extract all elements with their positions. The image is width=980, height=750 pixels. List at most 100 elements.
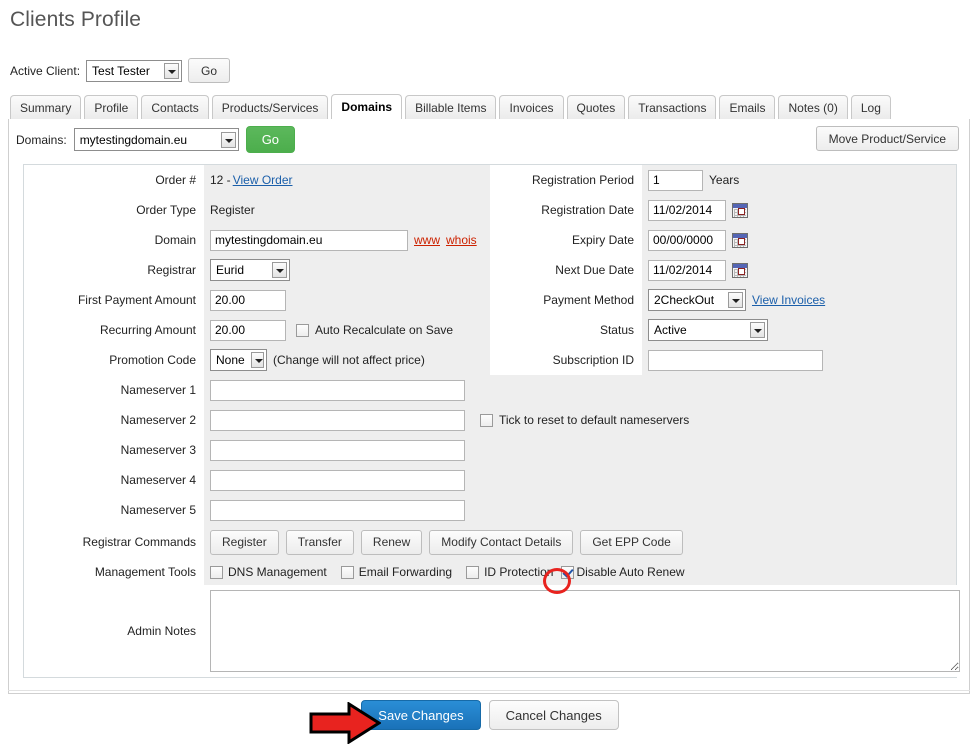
dns-management-item: DNS Management: [210, 565, 327, 579]
row-domain: Domain www whois: [24, 225, 490, 255]
page-title: Clients Profile: [10, 8, 142, 31]
email-forwarding-checkbox[interactable]: [340, 565, 354, 579]
save-changes-button[interactable]: Save Changes: [361, 700, 481, 730]
tab-domains[interactable]: Domains: [331, 94, 403, 119]
order-type-label: Order Type: [136, 203, 196, 217]
dns-management-label: DNS Management: [228, 565, 327, 579]
tab-billable-items[interactable]: Billable Items: [405, 95, 497, 119]
nameserver-5-label: Nameserver 5: [120, 503, 196, 517]
row-registrar-commands: Registrar Commands Register Transfer Ren…: [24, 525, 956, 559]
domain-select-value: mytestingdomain.eu: [79, 132, 188, 147]
nameserver-5-input[interactable]: [210, 499, 465, 521]
row-nameserver-4: Nameserver 4: [24, 465, 956, 495]
move-product-service-wrap: Move Product/Service: [815, 126, 959, 151]
disable-auto-renew-label: Disable Auto Renew: [576, 565, 685, 579]
nameserver-4-input[interactable]: [210, 469, 465, 491]
domain-go-button[interactable]: Go: [245, 126, 296, 153]
domain-value-cell: www whois: [204, 225, 490, 255]
dns-management-checkbox[interactable]: [210, 565, 223, 579]
tab-log[interactable]: Log: [850, 95, 891, 119]
tab-invoices[interactable]: Invoices: [499, 95, 564, 119]
row-management-tools: Management Tools DNS Management Email Fo…: [24, 559, 956, 585]
register-button[interactable]: Register: [210, 529, 279, 555]
row-admin-notes: Admin Notes: [24, 585, 966, 677]
expiry-date-label: Expiry Date: [571, 233, 634, 247]
row-status: Status Active: [490, 315, 956, 345]
registration-date-label: Registration Date: [541, 203, 634, 217]
two-column-grid: Order # 12 - View Order Order Type Regis…: [24, 165, 956, 375]
admin-notes-textarea[interactable]: [210, 590, 960, 672]
row-promotion-code: Promotion Code None (Change will not aff…: [24, 345, 490, 375]
promotion-code-note: (Change will not affect price): [273, 353, 425, 367]
renew-button[interactable]: Renew: [360, 529, 423, 555]
id-protection-checkbox[interactable]: [466, 565, 480, 579]
active-client-select[interactable]: Test Tester: [86, 59, 183, 82]
nameserver-2-label: Nameserver 2: [120, 413, 196, 427]
email-forwarding-item: Email Forwarding: [340, 565, 452, 579]
active-client-go-button[interactable]: Go: [188, 58, 231, 83]
tab-quotes[interactable]: Quotes: [566, 95, 626, 119]
expiry-date-input[interactable]: [648, 229, 726, 251]
id-protection-item: ID Protection: [466, 565, 553, 579]
promotion-code-label: Promotion Code: [109, 353, 196, 367]
clients-profile-page: Clients Profile Active Client: Test Test…: [0, 0, 980, 750]
promotion-code-select-value: None: [216, 353, 245, 367]
row-first-payment-amount: First Payment Amount: [24, 285, 490, 315]
domain-input[interactable]: [210, 229, 408, 251]
status-select[interactable]: Active: [648, 319, 768, 341]
calendar-icon[interactable]: [732, 262, 748, 278]
nameserver-2-value-cell: Tick to reset to default nameservers: [204, 405, 956, 435]
nameserver-2-input[interactable]: [210, 409, 465, 431]
tab-transactions[interactable]: Transactions: [628, 95, 717, 119]
active-client-row: Active Client: Test Tester Go: [10, 58, 231, 83]
nameserver-4-value-cell: [204, 465, 956, 495]
row-subscription-id: Subscription ID: [490, 345, 956, 375]
disable-auto-renew-checkbox[interactable]: [561, 565, 575, 579]
get-epp-code-button[interactable]: Get EPP Code: [580, 529, 683, 555]
row-nameserver-1: Nameserver 1: [24, 375, 956, 405]
registration-date-input[interactable]: [648, 199, 726, 221]
cancel-changes-button[interactable]: Cancel Changes: [488, 700, 619, 730]
subscription-id-input[interactable]: [648, 349, 823, 371]
tab-contacts[interactable]: Contacts: [141, 95, 209, 119]
registrar-value-cell: Eurid: [204, 255, 490, 285]
recurring-amount-input[interactable]: [210, 319, 286, 341]
tab-notes[interactable]: Notes (0): [778, 95, 848, 119]
auto-recalculate-checkbox[interactable]: [296, 323, 309, 337]
registrar-select-value: Eurid: [216, 263, 245, 277]
calendar-icon[interactable]: [732, 232, 748, 248]
payment-method-select[interactable]: 2CheckOut: [648, 289, 746, 311]
www-link[interactable]: www: [414, 233, 440, 247]
reset-nameservers-checkbox[interactable]: [480, 413, 493, 427]
active-client-select-value: Test Tester: [92, 63, 150, 78]
chevron-down-icon: [250, 352, 264, 368]
nameserver-1-input[interactable]: [210, 379, 465, 401]
view-order-link[interactable]: View Order: [233, 173, 293, 187]
row-registration-period: Registration Period Years: [490, 165, 956, 195]
expiry-date-value-cell: [642, 225, 956, 255]
row-nameserver-2: Nameserver 2 Tick to reset to default na…: [24, 405, 956, 435]
domains-label: Domains:: [16, 132, 67, 147]
move-product-service-button[interactable]: Move Product/Service: [815, 126, 959, 151]
nameserver-3-input[interactable]: [210, 439, 465, 461]
calendar-icon[interactable]: [732, 202, 748, 218]
first-payment-amount-value-cell: [204, 285, 490, 315]
transfer-button[interactable]: Transfer: [285, 529, 354, 555]
whois-link[interactable]: whois: [446, 233, 477, 247]
domain-select[interactable]: mytestingdomain.eu: [73, 128, 239, 151]
tab-profile[interactable]: Profile: [84, 95, 139, 119]
next-due-date-input[interactable]: [648, 259, 726, 281]
registrar-select[interactable]: Eurid: [210, 259, 290, 281]
row-next-due-date: Next Due Date: [490, 255, 956, 285]
tab-summary[interactable]: Summary: [10, 95, 82, 119]
domain-label: Domain: [154, 233, 196, 247]
registration-period-input[interactable]: [648, 169, 703, 191]
tab-products-services[interactable]: Products/Services: [211, 95, 329, 119]
left-column: Order # 12 - View Order Order Type Regis…: [24, 165, 490, 375]
view-invoices-link[interactable]: View Invoices: [752, 293, 825, 307]
promotion-code-select[interactable]: None: [210, 349, 267, 371]
row-order-number: Order # 12 - View Order: [24, 165, 490, 195]
modify-contact-details-button[interactable]: Modify Contact Details: [429, 529, 574, 555]
tab-emails[interactable]: Emails: [719, 95, 776, 119]
first-payment-amount-input[interactable]: [210, 289, 286, 311]
